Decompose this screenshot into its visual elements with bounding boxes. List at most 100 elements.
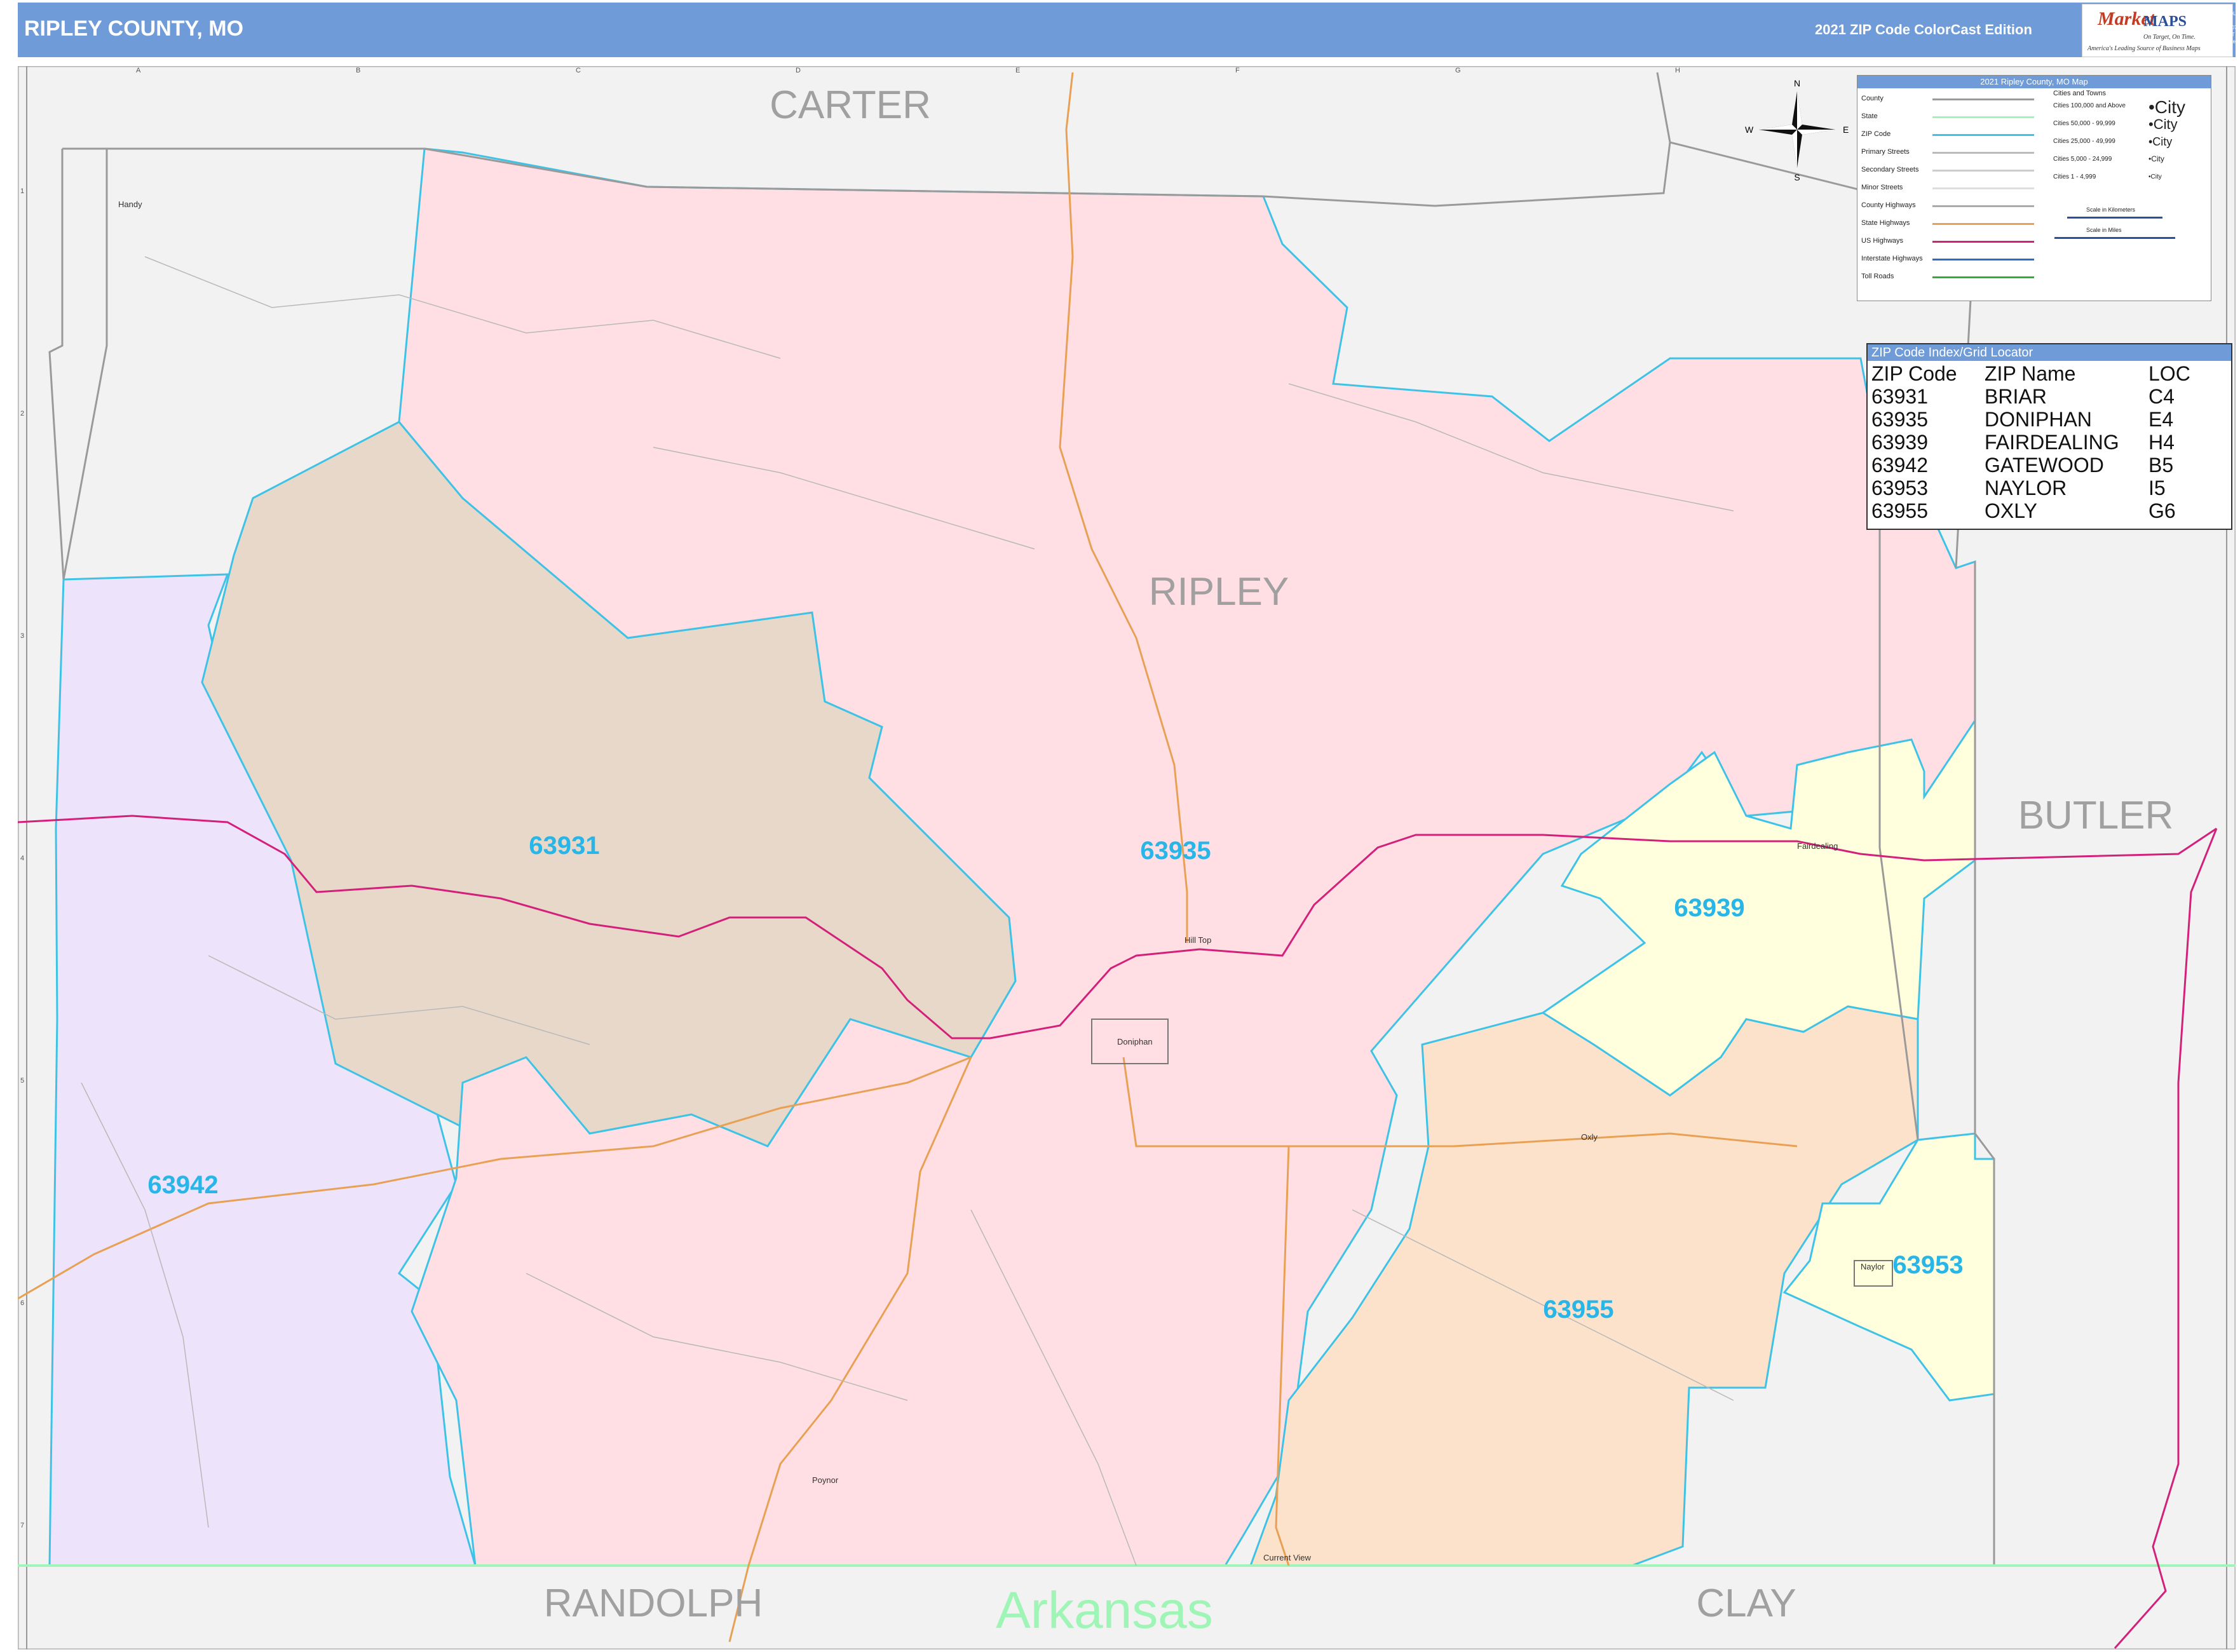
table-row: 63935 DONIPHAN E4 bbox=[1869, 408, 2193, 431]
grid-row-5: 5 bbox=[20, 1077, 24, 1085]
zip-loc-cell: G6 bbox=[2148, 499, 2176, 522]
zip-name-cell: NAYLOR bbox=[1985, 477, 2067, 499]
legend-city-sample: •City bbox=[2148, 154, 2164, 163]
legend-swatch-county bbox=[1932, 98, 2034, 100]
legend-title: 2021 Ripley County, MO Map bbox=[1857, 76, 2211, 88]
zip-cell: 63939 bbox=[1871, 431, 1928, 454]
county-label-carter: CARTER bbox=[770, 83, 931, 127]
town-label-fairdealing: Fairdealing bbox=[1797, 841, 1838, 851]
legend-city-sample: •City bbox=[2148, 97, 2186, 117]
legend-scale-km: Scale in Kilometers bbox=[2086, 207, 2136, 213]
grid-col-a: A bbox=[136, 67, 141, 74]
grid-col-h: H bbox=[1675, 67, 1680, 74]
legend-item-secondary-streets: Secondary Streets bbox=[1861, 166, 1919, 173]
legend-swatch-state-hwy bbox=[1932, 223, 2034, 225]
grid-col-e: E bbox=[1015, 67, 1020, 74]
legend-swatch-zip bbox=[1932, 134, 2034, 136]
map-title: RIPLEY COUNTY, MO bbox=[24, 17, 244, 41]
legend-swatch-state bbox=[1932, 116, 2034, 118]
zip-label-63935: 63935 bbox=[1140, 837, 1211, 865]
zip-cell: 63942 bbox=[1871, 454, 1928, 477]
zip-name-cell: BRIAR bbox=[1985, 385, 2047, 408]
grid-row-2: 2 bbox=[20, 410, 24, 417]
logo-tagline: On Target, On Time. bbox=[2143, 34, 2196, 41]
logo-tagline-2: America's Leading Source of Business Map… bbox=[2087, 45, 2201, 52]
zip-cell: 63955 bbox=[1871, 499, 1928, 522]
zip-name-cell: GATEWOOD bbox=[1985, 454, 2104, 477]
town-label-current-view: Current View bbox=[1263, 1553, 1312, 1562]
contact-line: CALL US TOLL FREE bbox=[2204, 11, 2239, 24]
zip-cell: 63931 bbox=[1871, 385, 1928, 408]
zip-index-title: ZIP Code Index/Grid Locator bbox=[1868, 344, 2231, 361]
zip-loc-cell: E4 bbox=[2148, 408, 2174, 431]
table-row: 63939 FAIRDEALING H4 bbox=[1869, 431, 2193, 454]
grid-row-6: 6 bbox=[20, 1299, 24, 1307]
logo-brand-maps: MAPS bbox=[2143, 13, 2187, 30]
zip-name-cell: FAIRDEALING bbox=[1985, 431, 2119, 454]
zip-loc-cell: H4 bbox=[2148, 431, 2175, 454]
legend-swatch-us-hwy bbox=[1932, 241, 2034, 243]
legend-swatch-secondary bbox=[1932, 170, 2034, 172]
zip-label-63939: 63939 bbox=[1674, 894, 1744, 922]
zip-cell: 63935 bbox=[1871, 408, 1928, 431]
zip-cell: 63953 bbox=[1871, 477, 1928, 499]
zip-name-cell: DONIPHAN bbox=[1985, 408, 2092, 431]
legend-city-sample: •City bbox=[2148, 116, 2178, 132]
table-row: 63955 OXLY G6 bbox=[1869, 499, 2193, 522]
town-label-hill-top: Hill Top bbox=[1184, 935, 1211, 945]
legend-city-range: Cities 5,000 - 24,999 bbox=[2053, 156, 2112, 163]
grid-col-f: F bbox=[1235, 67, 1240, 74]
zip-label-63942: 63942 bbox=[147, 1171, 218, 1199]
zip-index-header: ZIP Code bbox=[1871, 362, 1957, 385]
legend-item-minor-streets: Minor Streets bbox=[1861, 184, 1903, 191]
zip-index-header-row: ZIP Code ZIP Name LOC bbox=[1869, 362, 2193, 385]
county-label-randolph: RANDOLPH bbox=[544, 1581, 763, 1625]
grid-row-3: 3 bbox=[20, 632, 24, 640]
zip-index-header: LOC bbox=[2148, 362, 2190, 385]
grid-col-g: G bbox=[1455, 67, 1461, 74]
legend-scale-km-bar bbox=[2067, 217, 2162, 219]
legend-item-zip: ZIP Code bbox=[1861, 130, 1891, 138]
grid-col-d: D bbox=[796, 67, 801, 74]
zip-label-63955: 63955 bbox=[1543, 1296, 1613, 1324]
compass-s: S bbox=[1794, 172, 1800, 182]
contact-info: CALL US TOLL FREE 1-800-458-8077 EMAIL U… bbox=[2204, 10, 2240, 45]
legend-item-state-highways: State Highways bbox=[1861, 219, 1910, 227]
county-map: CARTER RIPLEY BUTLER RANDOLPH CLAY Arkan… bbox=[18, 66, 2236, 1649]
legend-item-toll-roads: Toll Roads bbox=[1861, 273, 1894, 280]
legend-item-state: State bbox=[1861, 112, 1878, 120]
legend-item-county-highways: County Highways bbox=[1861, 201, 1916, 209]
legend-swatch-minor bbox=[1932, 187, 2034, 189]
legend-city-sample: •City bbox=[2148, 135, 2173, 148]
legend-city-range: Cities 50,000 - 99,999 bbox=[2053, 120, 2115, 127]
legend-item-county: County bbox=[1861, 95, 1884, 102]
county-label-clay: CLAY bbox=[1696, 1581, 1796, 1625]
compass-w: W bbox=[1745, 125, 1754, 135]
edition-label: 2021 ZIP Code ColorCast Edition bbox=[1815, 22, 2032, 37]
legend-scale-mi: Scale in Miles bbox=[2086, 227, 2122, 233]
zip-label-63931: 63931 bbox=[529, 832, 599, 860]
legend-item-primary-streets: Primary Streets bbox=[1861, 148, 1910, 156]
contact-line: EMAIL US AT bbox=[2204, 32, 2235, 37]
zip-label-63953: 63953 bbox=[1892, 1251, 1963, 1279]
compass-n: N bbox=[1794, 78, 1800, 88]
town-label-oxly: Oxly bbox=[1581, 1132, 1598, 1142]
town-label-doniphan: Doniphan bbox=[1117, 1037, 1153, 1046]
legend-city-sample: •City bbox=[2148, 173, 2162, 180]
town-label-poynor: Poynor bbox=[812, 1475, 839, 1485]
zip-loc-cell: I5 bbox=[2148, 477, 2166, 499]
grid-col-c: C bbox=[576, 67, 581, 74]
town-label-naylor: Naylor bbox=[1861, 1262, 1885, 1271]
legend-swatch-county-hwy bbox=[1932, 205, 2034, 207]
table-row: 63953 NAYLOR I5 bbox=[1869, 477, 2193, 499]
legend-swatch-primary bbox=[1932, 152, 2034, 154]
zip-loc-cell: B5 bbox=[2148, 454, 2174, 477]
legend-scale-mi-bar bbox=[2054, 237, 2175, 239]
legend-cities-title: Cities and Towns bbox=[2053, 90, 2106, 97]
zip-index-table: ZIP Code ZIP Name LOC 63931 BRIAR C4 639… bbox=[1869, 362, 2193, 522]
zip-index-header: ZIP Name bbox=[1985, 362, 2076, 385]
table-row: 63931 BRIAR C4 bbox=[1869, 385, 2193, 408]
compass-e: E bbox=[1843, 125, 1849, 135]
contact-line: 1-800-458-8077 bbox=[2204, 25, 2240, 30]
table-row: 63942 GATEWOOD B5 bbox=[1869, 454, 2193, 477]
